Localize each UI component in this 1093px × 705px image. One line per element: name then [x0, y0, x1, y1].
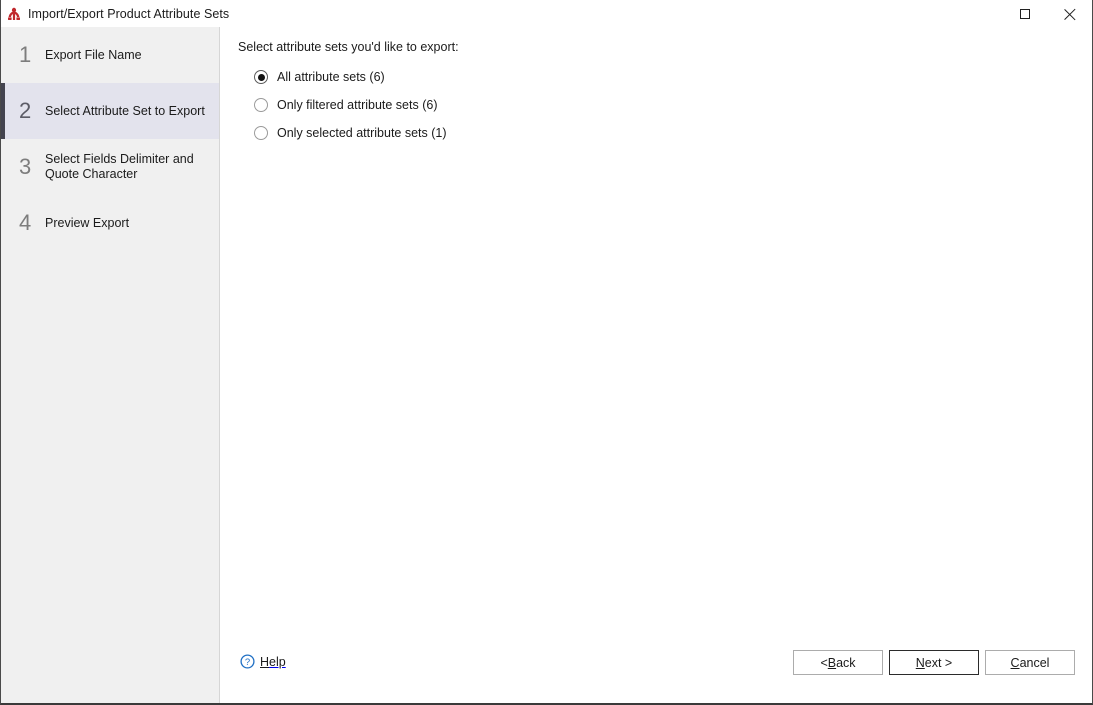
help-link[interactable]: ? Help [240, 654, 286, 669]
sidebar-step-export-file-name[interactable]: 1 Export File Name [1, 27, 219, 83]
step-number: 4 [19, 210, 32, 235]
sidebar-step-select-delimiter[interactable]: 3 Select Fields Delimiter and Quote Char… [1, 139, 219, 195]
prompt-text: Select attribute sets you'd like to expo… [238, 40, 459, 54]
cancel-rest: ancel [1019, 655, 1050, 670]
sidebar-step-preview-export[interactable]: 4 Preview Export [1, 195, 219, 251]
radio-option-only-filtered-attribute-sets[interactable]: Only filtered attribute sets (6) [254, 91, 447, 119]
help-circle-icon: ? [240, 654, 255, 669]
step-label: Export File Name [45, 47, 142, 62]
radio-option-all-attribute-sets[interactable]: All attribute sets (6) [254, 63, 447, 91]
radio-indicator-icon [254, 70, 268, 84]
step-number: 1 [19, 42, 32, 67]
dialog-window: Import/Export Product Attribute Sets 1 E… [0, 0, 1093, 705]
svg-text:?: ? [245, 657, 250, 668]
dialog-body: 1 Export File Name 2 Select Attribute Se… [1, 27, 1092, 703]
next-button[interactable]: Next > [889, 650, 979, 675]
cancel-mnemonic: C [1010, 655, 1020, 670]
back-rest: ack [836, 655, 856, 670]
radio-option-only-selected-attribute-sets[interactable]: Only selected attribute sets (1) [254, 119, 447, 147]
step-number: 3 [19, 154, 32, 179]
step-label: Preview Export [45, 215, 130, 230]
next-mnemonic: N [915, 655, 925, 670]
step-label: Select Attribute Set to Export [45, 103, 205, 118]
sidebar-step-select-attribute-set[interactable]: 2 Select Attribute Set to Export [1, 83, 219, 139]
back-button[interactable]: < Back [793, 650, 883, 675]
close-button[interactable] [1047, 0, 1092, 27]
radio-indicator-icon [254, 126, 268, 140]
next-rest: ext > [924, 655, 953, 670]
main-content: Select attribute sets you'd like to expo… [220, 27, 1092, 703]
help-label: Help [260, 655, 286, 669]
navigation-buttons: < Back Next > Cancel [793, 650, 1075, 675]
maximize-button[interactable] [1002, 0, 1047, 27]
step-label: Select Fields Delimiter and Quote Charac… [45, 152, 194, 181]
radio-option-label: Only selected attribute sets (1) [277, 126, 447, 140]
window-title: Import/Export Product Attribute Sets [28, 6, 230, 21]
attribute-set-scope-radio-group: All attribute sets (6) Only filtered att… [254, 63, 447, 147]
help-rest: elp [269, 654, 286, 669]
help-mnemonic: H [260, 654, 270, 669]
title-bar: Import/Export Product Attribute Sets [1, 0, 1092, 27]
radio-option-label: All attribute sets (6) [277, 70, 385, 84]
cancel-button[interactable]: Cancel [985, 650, 1075, 675]
back-mnemonic: B [827, 655, 837, 670]
radio-option-label: Only filtered attribute sets (6) [277, 98, 438, 112]
back-prefix: < [820, 655, 828, 670]
wizard-step-list: 1 Export File Name 2 Select Attribute Se… [1, 27, 220, 703]
maximize-icon [1019, 8, 1030, 19]
radio-indicator-icon [254, 98, 268, 112]
step-number: 2 [19, 98, 32, 123]
window-controls [1002, 0, 1092, 27]
close-icon [1063, 7, 1076, 20]
app-logo-icon [6, 6, 22, 22]
dialog-footer: ? Help < Back Next > Cancel [220, 643, 1092, 703]
